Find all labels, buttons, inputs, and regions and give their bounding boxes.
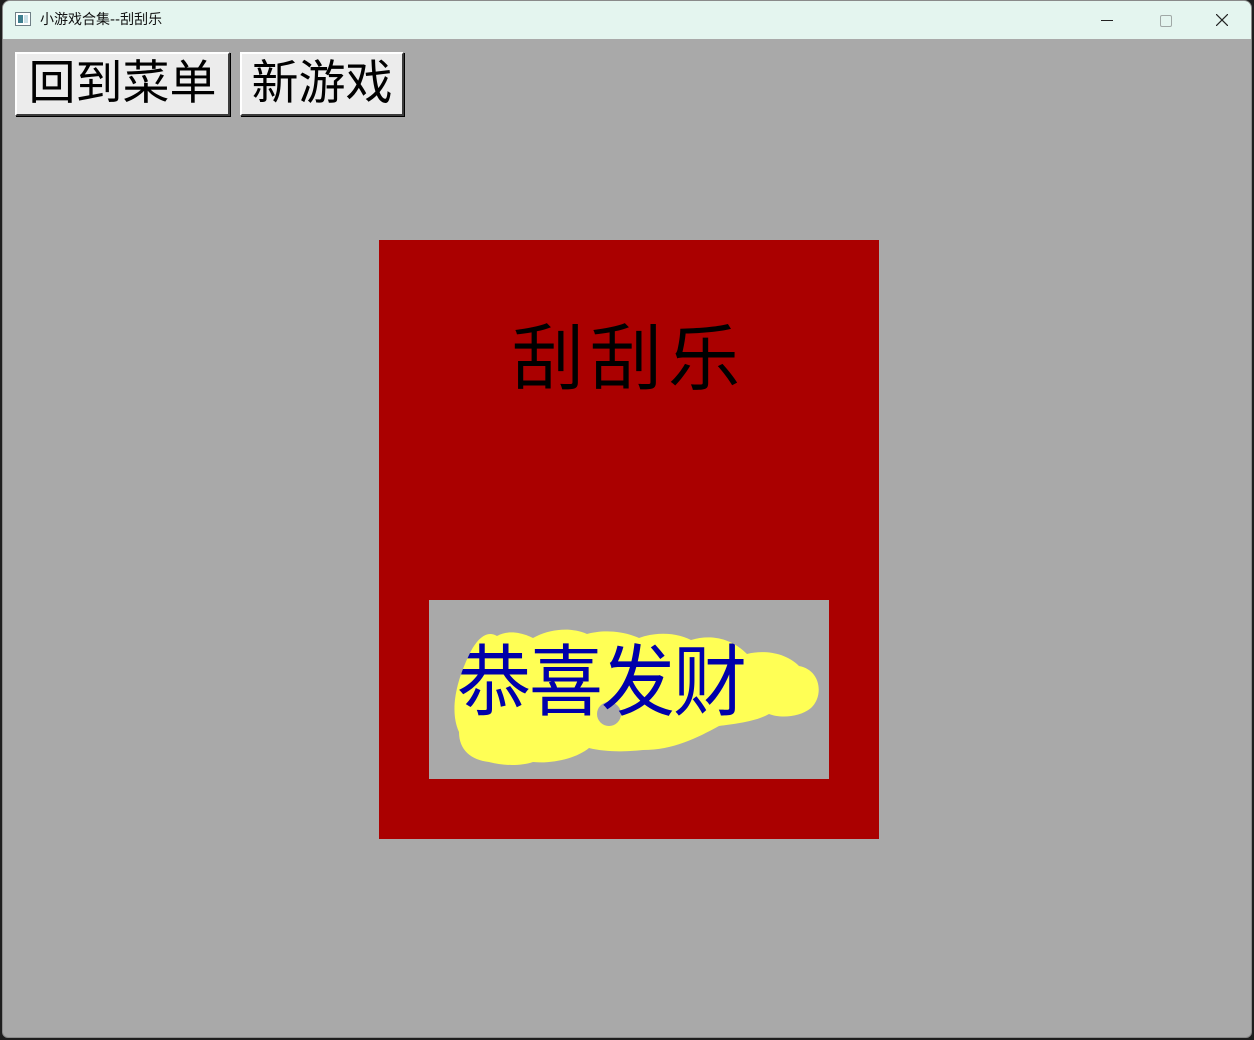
game-window: 小游戏合集--刮刮乐 回到菜单 新游戏 刮刮乐 恭喜发财 [2,0,1252,1038]
app-window-icon [15,12,31,26]
close-icon [1216,14,1228,26]
minimize-icon [1101,20,1113,21]
title-bar[interactable]: 小游戏合集--刮刮乐 [3,1,1251,39]
scratch-area[interactable]: 恭喜发财 [429,600,829,779]
minimize-button[interactable] [1077,1,1135,39]
scratch-card: 刮刮乐 恭喜发财 [379,240,879,839]
maximize-icon [1160,15,1172,27]
back-to-menu-button[interactable]: 回到菜单 [15,52,230,116]
card-title: 刮刮乐 [511,317,746,401]
new-game-button[interactable]: 新游戏 [240,52,404,116]
close-button[interactable] [1193,1,1251,39]
maximize-button[interactable] [1135,1,1193,39]
window-title: 小游戏合集--刮刮乐 [40,12,163,28]
